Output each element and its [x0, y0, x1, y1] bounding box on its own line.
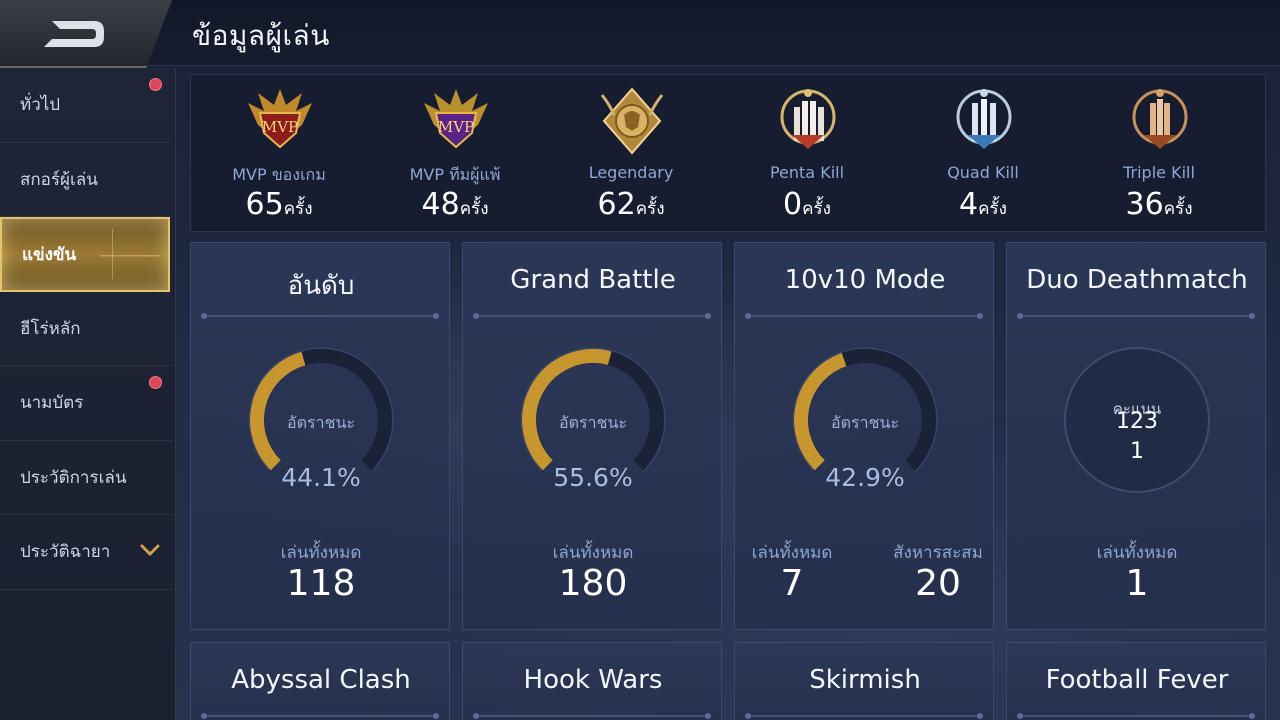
sidebar-item-general[interactable]: ทั่วไป	[0, 68, 172, 143]
card-title: อันดับ	[287, 271, 355, 301]
card-title: 10v10 Mode	[784, 265, 946, 295]
mode-card-football-fever[interactable]: Football Fever	[1006, 642, 1266, 720]
sidebar-item-player-score[interactable]: สกอร์ผู้เล่น	[0, 143, 172, 217]
achievement-label: Triple Kill	[1123, 163, 1195, 182]
divider	[201, 713, 439, 719]
card-title: Hook Wars	[523, 665, 663, 695]
divider	[1017, 313, 1255, 319]
winrate-label: อัตราชนะ	[287, 413, 355, 432]
total-kills-value: 20	[915, 563, 961, 604]
divider	[745, 713, 983, 719]
total-games-label: เล่นทั้งหมด	[751, 543, 833, 563]
notification-dot	[149, 376, 162, 389]
achievement-label: MVP ของเกม	[232, 165, 326, 184]
card-title: Duo Deathmatch	[1026, 265, 1248, 295]
mode-card-10v10[interactable]: 10v10 Mode อัตราชนะ 42.9% เล่นทั้งหมด 7 …	[734, 242, 994, 630]
sidebar-item-match-history[interactable]: ประวัติการเล่น	[0, 441, 172, 515]
achievement-quad-kill: Quad Kill 4ครั้ง	[895, 75, 1071, 233]
total-games-label: เล่นทั้งหมด	[280, 543, 362, 563]
back-button[interactable]	[0, 0, 172, 68]
achievement-label: Quad Kill	[947, 163, 1019, 182]
total-games-label: เล่นทั้งหมด	[552, 543, 634, 563]
mvp-purple-medal-icon: MVP	[424, 89, 488, 149]
notification-dot	[149, 78, 162, 91]
score-sub-value: 1	[1130, 439, 1144, 464]
achievement-count: 36ครั้ง	[1125, 187, 1193, 222]
achievements-panel: MVP MVP ของเกม 65ครั้ง MVP MVP ทีมผู้แพ้…	[190, 74, 1266, 232]
mode-card-ranked[interactable]: อันดับ อัตราชนะ 44.1% เล่นทั้งหมด 118	[190, 242, 450, 630]
winrate-value: 55.6%	[553, 463, 633, 492]
achievement-count: 0ครั้ง	[783, 187, 831, 222]
sidebar-item-label: ทั่วไป	[20, 95, 61, 116]
card-title: Skirmish	[809, 665, 921, 695]
achievement-count: 65ครั้ง	[245, 187, 313, 222]
sidebar-item-label: ฮีโร่หลัก	[20, 318, 81, 339]
achievement-label: MVP ทีมผู้แพ้	[409, 165, 501, 184]
total-games-value: 180	[558, 563, 628, 604]
achievement-triple-kill: Triple Kill 36ครั้ง	[1071, 75, 1247, 233]
penta-kill-medal-icon	[780, 89, 836, 149]
achievement-mvp: MVP MVP ของเกม 65ครั้ง	[191, 75, 367, 233]
sidebar-item-label: นามบัตร	[20, 393, 84, 414]
achievement-count: 62ครั้ง	[597, 187, 665, 222]
total-games-label: เล่นทั้งหมด	[1096, 543, 1178, 563]
svg-text:MVP: MVP	[262, 118, 298, 136]
achievement-mvp-losing-team: MVP MVP ทีมผู้แพ้ 48ครั้ง	[367, 75, 543, 233]
mode-card-duo-deathmatch[interactable]: Duo Deathmatch คะแนน 123 1 เล่นทั้งหมด 1	[1006, 242, 1266, 630]
card-title: Abyssal Clash	[231, 665, 411, 695]
mode-card-skirmish[interactable]: Skirmish	[734, 642, 994, 720]
winrate-value: 42.9%	[825, 463, 905, 492]
sidebar-item-main-heroes[interactable]: ฮีโร่หลัก	[0, 292, 172, 366]
divider	[201, 313, 439, 319]
page-title: ข้อมูลผู้เล่น	[192, 19, 330, 52]
achievement-penta-kill: Penta Kill 0ครั้ง	[719, 75, 895, 233]
total-kills-label: สังหารสะสม	[893, 543, 983, 563]
total-games-value: 7	[780, 563, 804, 604]
score-value: 123	[1116, 409, 1158, 434]
achievement-label: Penta Kill	[769, 163, 845, 182]
achievement-label: Legendary	[588, 163, 674, 182]
sidebar-item-label: ประวัติฉายา	[20, 542, 111, 563]
sidebar-item-title-history[interactable]: ประวัติฉายา	[0, 515, 172, 590]
sidebar: ทั่วไป สกอร์ผู้เล่น แข่งขัน ฮีโร่หลัก นา…	[0, 68, 176, 720]
sidebar-item-competition[interactable]: แข่งขัน	[0, 217, 170, 292]
total-games-value: 118	[286, 563, 356, 604]
achievement-count: 48ครั้ง	[421, 187, 489, 222]
card-title: Grand Battle	[510, 265, 676, 295]
card-title: Football Fever	[1045, 665, 1229, 695]
quad-kill-medal-icon	[956, 89, 1012, 149]
mode-card-abyssal-clash[interactable]: Abyssal Clash	[190, 642, 450, 720]
triple-kill-medal-icon	[1132, 89, 1188, 149]
winrate-label: อัตราชนะ	[559, 413, 627, 432]
chevron-down-icon	[140, 544, 160, 557]
sidebar-item-label: ประวัติการเล่น	[20, 467, 127, 488]
sidebar-item-label: แข่งขัน	[22, 244, 77, 265]
mvp-gold-medal-icon: MVP	[248, 89, 312, 149]
divider	[473, 713, 711, 719]
mode-card-hook-wars[interactable]: Hook Wars	[462, 642, 722, 720]
divider	[745, 313, 983, 319]
sidebar-item-label: สกอร์ผู้เล่น	[20, 169, 98, 190]
svg-text:MVP: MVP	[438, 118, 474, 136]
sidebar-item-name-card[interactable]: นามบัตร	[0, 366, 172, 441]
winrate-label: อัตราชนะ	[831, 413, 899, 432]
achievement-count: 4ครั้ง	[959, 187, 1007, 222]
achievement-legendary: Legendary 62ครั้ง	[543, 75, 719, 233]
legendary-lion-medal-icon	[600, 87, 664, 155]
divider	[473, 313, 711, 319]
total-games-value: 1	[1125, 563, 1149, 604]
mode-card-grand-battle[interactable]: Grand Battle อัตราชนะ 55.6% เล่นทั้งหมด …	[462, 242, 722, 630]
back-arrow-icon	[44, 21, 104, 47]
winrate-value: 44.1%	[281, 463, 361, 492]
header-bar: ข้อมูลผู้เล่น	[0, 0, 1280, 68]
divider	[1017, 713, 1255, 719]
